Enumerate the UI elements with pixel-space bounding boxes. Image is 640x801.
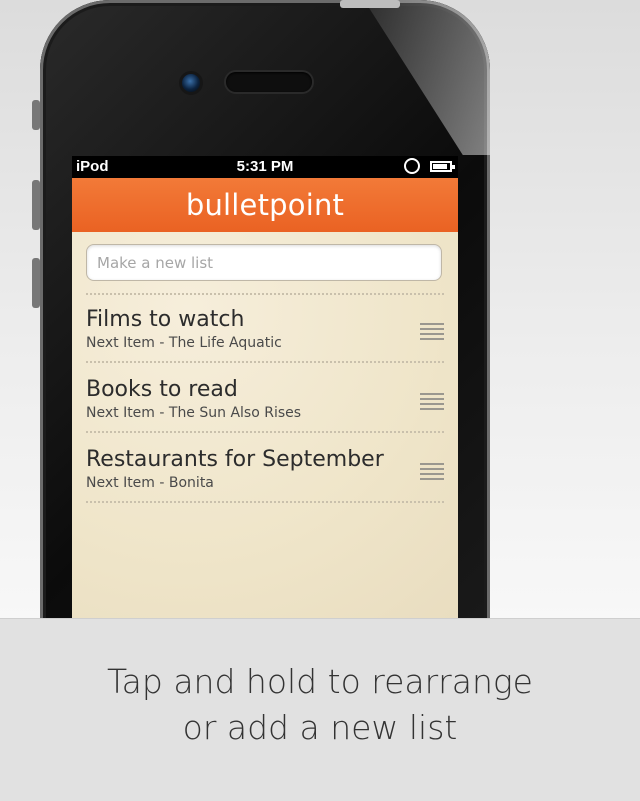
divider (86, 359, 444, 363)
list-next-item: Next Item - The Sun Also Rises (86, 405, 302, 421)
new-list-input[interactable] (86, 244, 442, 281)
power-button (340, 0, 400, 8)
status-bar: iPod 5:31 PM (72, 156, 458, 178)
speaker-grille (226, 72, 312, 92)
list-next-item: Next Item - Bonita (86, 475, 214, 491)
app-header: bulletpoint (72, 178, 458, 232)
list-title: Books to read (86, 377, 238, 402)
battery-icon (430, 161, 455, 172)
caption-text: Tap and hold to rearrange or add a new l… (0, 659, 640, 751)
reorder-handle-icon[interactable] (420, 323, 444, 341)
volume-up-button (32, 180, 40, 230)
divider (86, 499, 444, 503)
list-next-item: Next Item - The Life Aquatic (86, 335, 282, 351)
volume-down-button (32, 258, 40, 308)
orientation-lock-icon (404, 158, 420, 174)
app-title: bulletpoint (185, 188, 345, 222)
list-title: Films to watch (86, 307, 245, 332)
reorder-handle-icon[interactable] (420, 393, 444, 411)
list-content: Films to watch Next Item - The Life Aqua… (72, 232, 458, 618)
list-item[interactable]: Films to watch Next Item - The Life Aqua… (86, 295, 444, 365)
status-time: 5:31 PM (236, 158, 294, 175)
caption-line-1: Tap and hold to rearrange (106, 662, 533, 701)
reorder-handle-icon[interactable] (420, 463, 444, 481)
camera-icon (182, 74, 200, 92)
divider (86, 429, 444, 433)
mute-switch (32, 100, 40, 130)
phone-screen: iPod 5:31 PM bulletpoint Films to watch … (72, 156, 458, 618)
caption-band: Tap and hold to rearrange or add a new l… (0, 618, 640, 801)
list-title: Restaurants for September (86, 447, 384, 472)
list-item[interactable]: Books to read Next Item - The Sun Also R… (86, 365, 444, 435)
list-item[interactable]: Restaurants for September Next Item - Bo… (86, 435, 444, 505)
caption-line-2: or add a new list (182, 708, 458, 747)
